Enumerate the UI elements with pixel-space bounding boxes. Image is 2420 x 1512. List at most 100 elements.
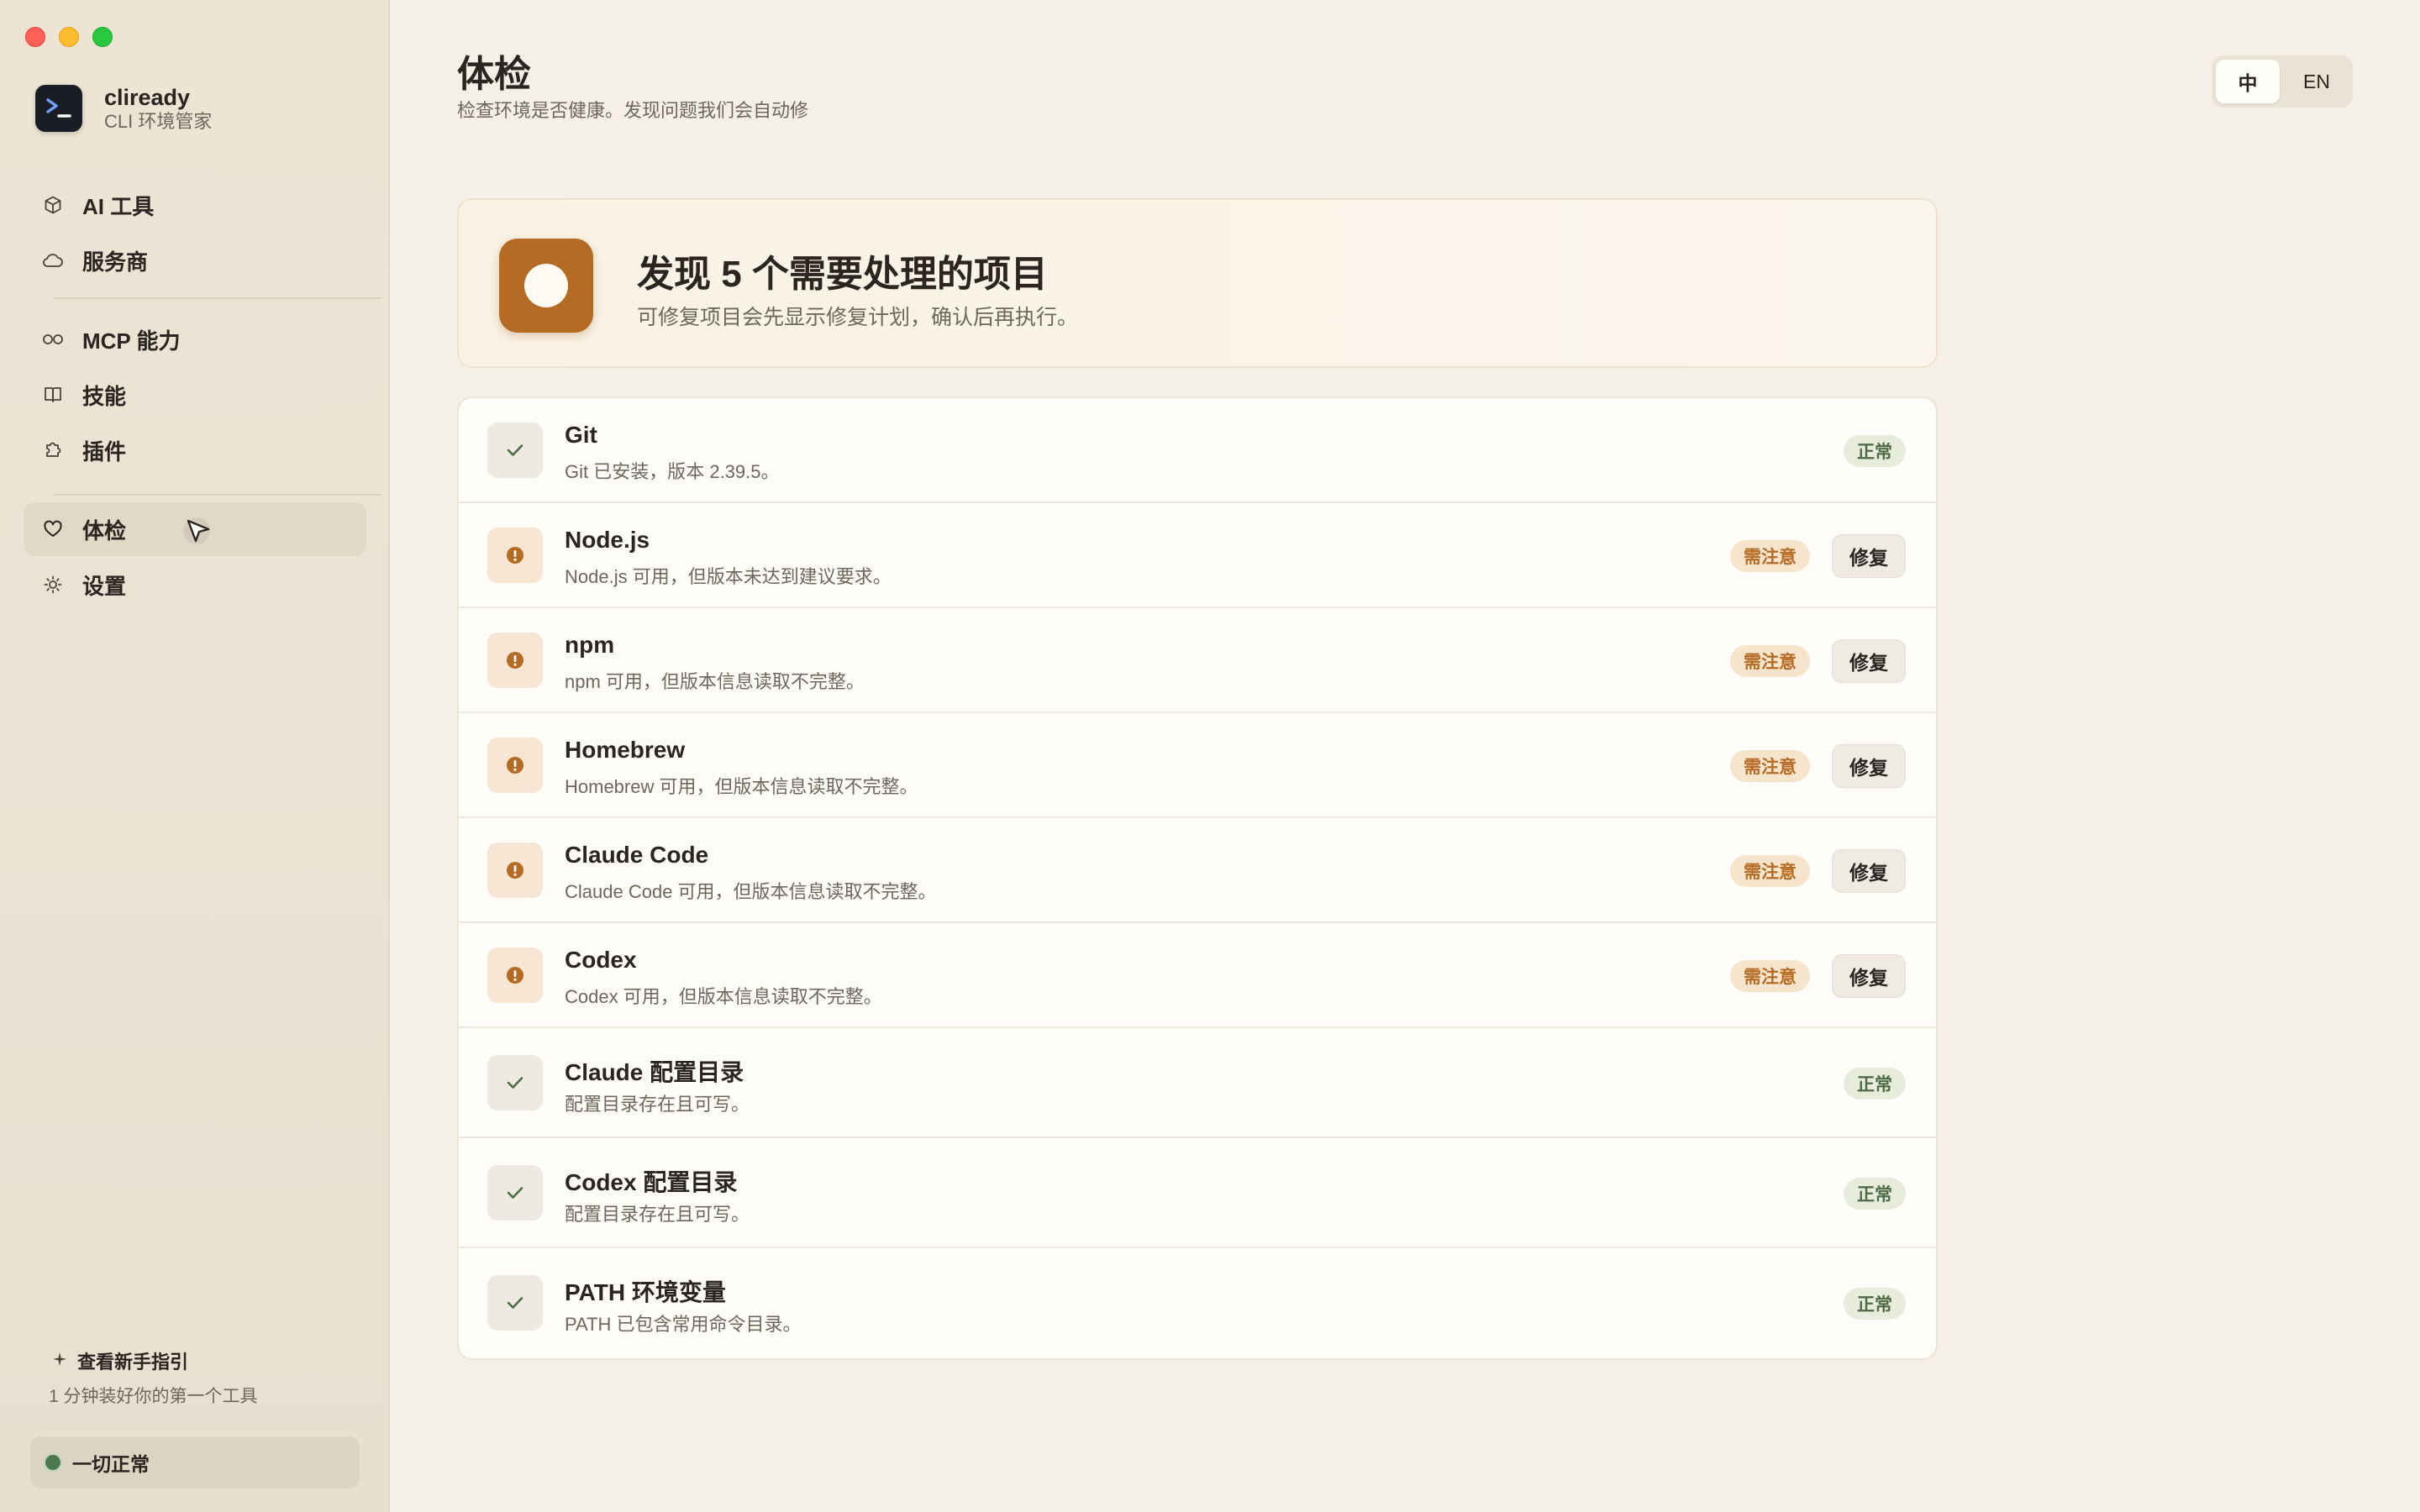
summary-title: 发现 5 个需要处理的项目 (637, 254, 1048, 295)
fix-button[interactable]: 修复 (1832, 534, 1906, 578)
status-badge: 需注意 (1730, 750, 1810, 782)
warning-icon (487, 528, 543, 583)
status-badge: 需注意 (1730, 960, 1810, 992)
status-badge: 需注意 (1730, 645, 1810, 677)
check-row-codex-config: Codex 配置目录 配置目录存在且可写。 正常 (459, 1138, 1936, 1248)
app-name: cliready (104, 85, 191, 110)
warning-icon (487, 738, 543, 793)
sidebar-item-skills[interactable]: 技能 (24, 368, 366, 422)
close-window-button[interactable] (25, 27, 45, 47)
system-status[interactable]: 一切正常 (30, 1436, 360, 1488)
window-controls (25, 27, 113, 47)
sidebar-item-label: 设置 (82, 573, 127, 599)
warning-icon (487, 843, 543, 898)
sidebar-item-ai-tools[interactable]: AI 工具 (24, 178, 366, 232)
page-title: 体检 (457, 54, 531, 95)
sidebar: cliready CLI 环境管家 AI 工具 服务商 MCP 能力 技能 插件… (0, 0, 390, 1512)
check-description: 配置目录存在且可写。 (565, 1094, 750, 1115)
sidebar-item-label: 体检 (82, 517, 127, 543)
infinity-icon (42, 328, 64, 350)
sidebar-item-label: 服务商 (82, 249, 149, 275)
status-badge: 需注意 (1730, 540, 1810, 572)
check-icon (487, 1055, 543, 1110)
warning-icon (487, 948, 543, 1003)
summary-subtitle: 可修复项目会先显示修复计划，确认后再执行。 (637, 306, 1079, 329)
check-title: Codex (565, 947, 637, 973)
check-row-npm: npm npm 可用，但版本信息读取不完整。 需注意 修复 (459, 608, 1936, 713)
fix-button[interactable]: 修复 (1832, 954, 1906, 998)
terminal-logo-icon (35, 85, 82, 132)
app-window: cliready CLI 环境管家 AI 工具 服务商 MCP 能力 技能 插件… (0, 0, 2420, 1512)
status-badge: 正常 (1844, 1178, 1906, 1210)
sparkle-icon (52, 1350, 67, 1372)
check-row-path: PATH 环境变量 PATH 已包含常用命令目录。 正常 (459, 1248, 1936, 1358)
puzzle-icon (42, 439, 64, 461)
fix-button[interactable]: 修复 (1832, 639, 1906, 683)
check-row-git: Git Git 已安装，版本 2.39.5。 正常 (459, 398, 1936, 503)
heart-icon (42, 518, 64, 540)
check-description: npm 可用，但版本信息读取不完整。 (565, 671, 865, 692)
check-title: Claude 配置目录 (565, 1059, 744, 1085)
sidebar-divider (54, 297, 381, 299)
main-content: 体检 检查环境是否健康。发现问题我们会自动修 中 EN 发现 5 个需要处理的项… (390, 0, 2420, 1512)
sidebar-item-providers[interactable]: 服务商 (24, 234, 366, 287)
lang-en-button[interactable]: EN (2285, 60, 2349, 103)
system-status-label: 一切正常 (72, 1453, 150, 1475)
brand: cliready CLI 环境管家 (35, 84, 212, 133)
check-icon (487, 1165, 543, 1221)
check-icon (487, 1275, 543, 1331)
app-subtitle: CLI 环境管家 (104, 111, 213, 132)
sidebar-divider (54, 494, 381, 496)
cloud-icon (42, 249, 64, 271)
check-description: Codex 可用，但版本信息读取不完整。 (565, 986, 882, 1007)
status-badge: 正常 (1844, 1068, 1906, 1100)
book-icon (42, 384, 64, 406)
check-title: npm (565, 632, 615, 658)
check-title: Git (565, 422, 597, 448)
check-row-claude-config: Claude 配置目录 配置目录存在且可写。 正常 (459, 1028, 1936, 1138)
guide-subtitle: 1 分钟装好你的第一个工具 (49, 1387, 258, 1406)
page-subtitle: 检查环境是否健康。发现问题我们会自动修 (457, 100, 809, 121)
check-title: Node.js (565, 527, 650, 553)
minimize-window-button[interactable] (59, 27, 79, 47)
sidebar-nav-group-2: MCP 能力 技能 插件 (24, 312, 366, 479)
lang-zh-button[interactable]: 中 (2216, 60, 2280, 103)
guide-title[interactable]: 查看新手指引 (77, 1347, 188, 1374)
sidebar-item-mcp[interactable]: MCP 能力 (24, 312, 366, 366)
check-row-codex: Codex Codex 可用，但版本信息读取不完整。 需注意 修复 (459, 923, 1936, 1028)
alert-circle-icon (499, 239, 593, 333)
sidebar-item-label: AI 工具 (82, 193, 155, 219)
check-list: Git Git 已安装，版本 2.39.5。 正常 Node.js Node.j… (457, 396, 1938, 1360)
sidebar-item-label: 技能 (82, 383, 127, 409)
sidebar-nav-group-1: AI 工具 服务商 (24, 178, 366, 289)
sidebar-item-label: MCP 能力 (82, 328, 181, 354)
mouse-cursor-icon (183, 516, 213, 554)
cube-icon (42, 194, 64, 216)
sidebar-item-plugins[interactable]: 插件 (24, 423, 366, 477)
check-description: Claude Code 可用，但版本信息读取不完整。 (565, 881, 937, 902)
check-title: Codex 配置目录 (565, 1169, 738, 1195)
fix-button[interactable]: 修复 (1832, 849, 1906, 893)
check-title: Homebrew (565, 737, 686, 763)
language-switch: 中 EN (2212, 55, 2353, 108)
check-row-homebrew: Homebrew Homebrew 可用，但版本信息读取不完整。 需注意 修复 (459, 713, 1936, 818)
summary-banner: 发现 5 个需要处理的项目 可修复项目会先显示修复计划，确认后再执行。 (457, 198, 1938, 368)
fix-button[interactable]: 修复 (1832, 744, 1906, 788)
status-badge: 正常 (1844, 435, 1906, 467)
zoom-window-button[interactable] (92, 27, 113, 47)
sun-icon (42, 574, 64, 596)
warning-icon (487, 633, 543, 688)
sidebar-item-settings[interactable]: 设置 (24, 558, 366, 612)
check-row-claude-code: Claude Code Claude Code 可用，但版本信息读取不完整。 需… (459, 818, 1936, 923)
check-description: Homebrew 可用，但版本信息读取不完整。 (565, 776, 918, 797)
check-icon (487, 423, 543, 478)
check-row-nodejs: Node.js Node.js 可用，但版本未达到建议要求。 需注意 修复 (459, 503, 1936, 608)
sidebar-item-label: 插件 (82, 438, 127, 465)
check-description: PATH 已包含常用命令目录。 (565, 1314, 802, 1335)
onboarding-guide[interactable]: 查看新手指引 1 分钟装好你的第一个工具 (49, 1347, 258, 1408)
status-dot-icon (45, 1455, 60, 1470)
check-description: Git 已安装，版本 2.39.5。 (565, 461, 780, 482)
check-title: Claude Code (565, 842, 709, 868)
check-title: PATH 环境变量 (565, 1279, 726, 1305)
status-badge: 需注意 (1730, 855, 1810, 887)
